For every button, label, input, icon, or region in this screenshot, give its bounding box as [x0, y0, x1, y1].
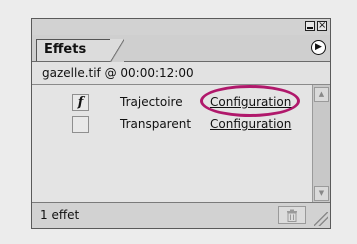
effect-name: Transparent [120, 117, 192, 131]
palette-menu-triangle-right-icon[interactable]: ▶ [311, 40, 326, 55]
configuration-link[interactable]: Configuration [210, 113, 291, 135]
effect-enable-toggle[interactable]: f [72, 94, 89, 111]
palette-footer: 1 effet [32, 202, 330, 228]
scroll-up-icon[interactable]: ▲ [314, 87, 329, 102]
configuration-link[interactable]: Configuration [210, 91, 291, 113]
trash-icon [287, 209, 297, 222]
palette-titlebar[interactable]: × [32, 19, 330, 36]
tab-effets[interactable]: Effets [36, 39, 124, 62]
effects-list: f Trajectoire Configuration Transparent … [32, 85, 312, 203]
effects-palette: × Effets ▶ gazelle.tif @ 00:00:12:00 f T… [31, 18, 331, 229]
list-item: Transparent Configuration [32, 113, 312, 135]
effect-count: 1 effet [40, 208, 80, 222]
clip-label: gazelle.tif @ 00:00:12:00 [32, 62, 330, 85]
list-item: f Trajectoire Configuration [32, 85, 312, 117]
vertical-scrollbar[interactable]: ▲ ▼ [312, 85, 330, 203]
tab-bar: Effets ▶ [32, 35, 330, 62]
minimize-icon[interactable] [305, 21, 315, 31]
resize-grip-icon[interactable] [314, 212, 328, 226]
scroll-down-icon[interactable]: ▼ [314, 186, 329, 201]
close-icon[interactable]: × [317, 21, 327, 31]
effect-name: Trajectoire [120, 95, 183, 109]
delete-effect-button[interactable] [278, 206, 306, 224]
effect-enable-toggle[interactable] [72, 116, 89, 133]
